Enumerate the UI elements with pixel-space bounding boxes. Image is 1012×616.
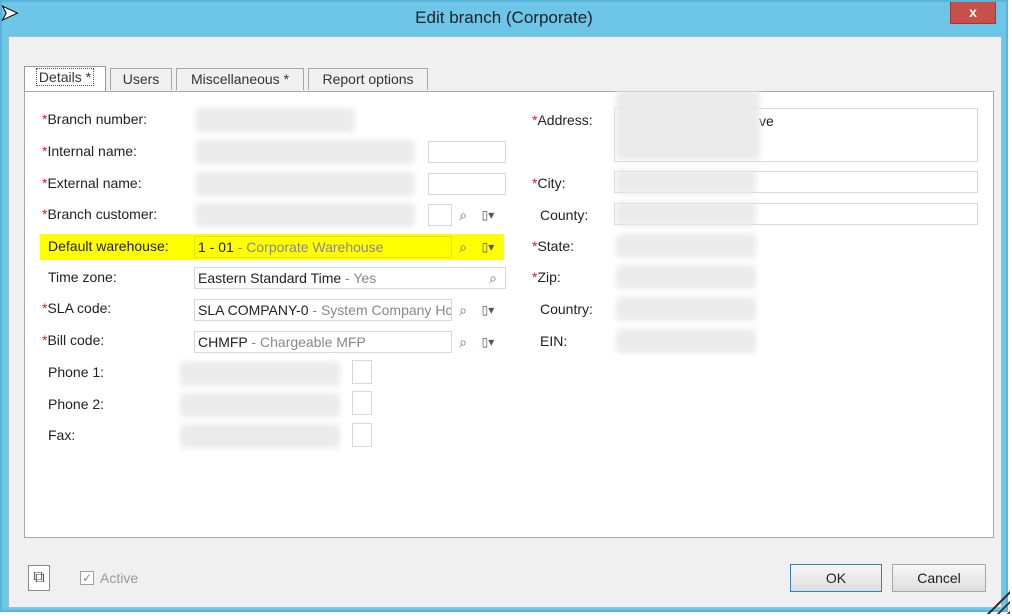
tab-users[interactable]: Users	[110, 68, 172, 90]
branch-customer-redacted	[195, 203, 415, 227]
branch-customer-options-icon[interactable]: ▯▾	[476, 206, 500, 224]
bill-code-label: *Bill code:	[42, 332, 105, 348]
phone1-input[interactable]	[352, 360, 372, 384]
mouse-cursor-icon: ➤	[0, 0, 19, 26]
address-label: *Address:	[532, 112, 593, 128]
country-label: Country:	[540, 301, 593, 317]
internal-name-input[interactable]	[428, 141, 506, 163]
phone1-label: Phone 1:	[48, 364, 105, 380]
bill-code-options-icon[interactable]: ▯▾	[476, 333, 500, 351]
branch-customer-label: *Branch customer:	[42, 206, 158, 222]
branch-number-redacted	[195, 108, 355, 132]
state-redacted	[616, 234, 756, 258]
sla-code-input[interactable]: SLA COMPANY-0 - System Company Hc	[194, 299, 452, 321]
cancel-button[interactable]: Cancel	[892, 564, 986, 592]
zip-label: *Zip:	[532, 269, 561, 285]
phone2-redacted	[180, 393, 340, 417]
tab-miscellaneous[interactable]: Miscellaneous *	[176, 68, 304, 90]
active-checkbox[interactable]: ✓	[80, 571, 94, 585]
bill-code-lookup-icon[interactable]: ⌕	[454, 333, 472, 351]
default-warehouse-options-icon[interactable]: ▯▾	[476, 238, 500, 256]
tab-report-options[interactable]: Report options	[308, 68, 428, 90]
city-label: *City:	[532, 175, 566, 191]
address-redacted	[616, 90, 760, 160]
internal-name-label: *Internal name:	[42, 143, 137, 159]
county-label: County:	[540, 207, 589, 223]
time-zone-label: Time zone:	[48, 269, 117, 285]
phone2-label: Phone 2:	[48, 396, 105, 412]
internal-name-redacted	[195, 140, 415, 164]
phone1-redacted	[180, 362, 340, 386]
default-warehouse-label: Default warehouse:	[48, 238, 169, 254]
default-warehouse-input[interactable]: 1 - 01 - Corporate Warehouse	[194, 236, 452, 258]
country-redacted	[616, 297, 756, 321]
sla-code-options-icon[interactable]: ▯▾	[476, 301, 500, 319]
ein-redacted	[616, 329, 756, 353]
city-redacted	[616, 170, 756, 194]
zip-redacted	[616, 265, 756, 289]
ok-button[interactable]: OK	[790, 564, 882, 592]
county-redacted	[616, 202, 756, 226]
phone2-input[interactable]	[352, 391, 372, 415]
bill-code-input[interactable]: CHMFP - Chargeable MFP	[194, 331, 452, 353]
branch-customer-lookup-icon[interactable]: ⌕	[454, 206, 472, 224]
close-button[interactable]: x	[950, 2, 996, 24]
branch-customer-input[interactable]	[428, 204, 452, 226]
fax-label: Fax:	[48, 427, 76, 443]
title-bar[interactable]: Edit branch (Corporate) x	[2, 2, 1006, 36]
fax-input[interactable]	[352, 423, 372, 447]
fax-redacted	[180, 424, 340, 448]
branch-number-label: *Branch number:	[42, 111, 148, 127]
external-name-input[interactable]	[428, 173, 506, 195]
default-warehouse-lookup-icon[interactable]: ⌕	[454, 238, 472, 256]
external-name-redacted	[195, 172, 415, 196]
active-label: Active	[100, 570, 139, 586]
window-title: Edit branch (Corporate)	[415, 8, 593, 27]
tab-details[interactable]: Details *	[24, 66, 106, 91]
copy-icon[interactable]: ⧉	[28, 565, 50, 591]
state-label: *State:	[532, 238, 575, 254]
sla-code-lookup-icon[interactable]: ⌕	[454, 301, 472, 319]
sla-code-label: *SLA code:	[42, 300, 112, 316]
time-zone-input[interactable]: Eastern Standard Time - Yes	[194, 267, 506, 289]
ein-label: EIN:	[540, 333, 568, 349]
external-name-label: *External name:	[42, 175, 142, 191]
time-zone-lookup-icon[interactable]: ⌕	[484, 269, 502, 287]
